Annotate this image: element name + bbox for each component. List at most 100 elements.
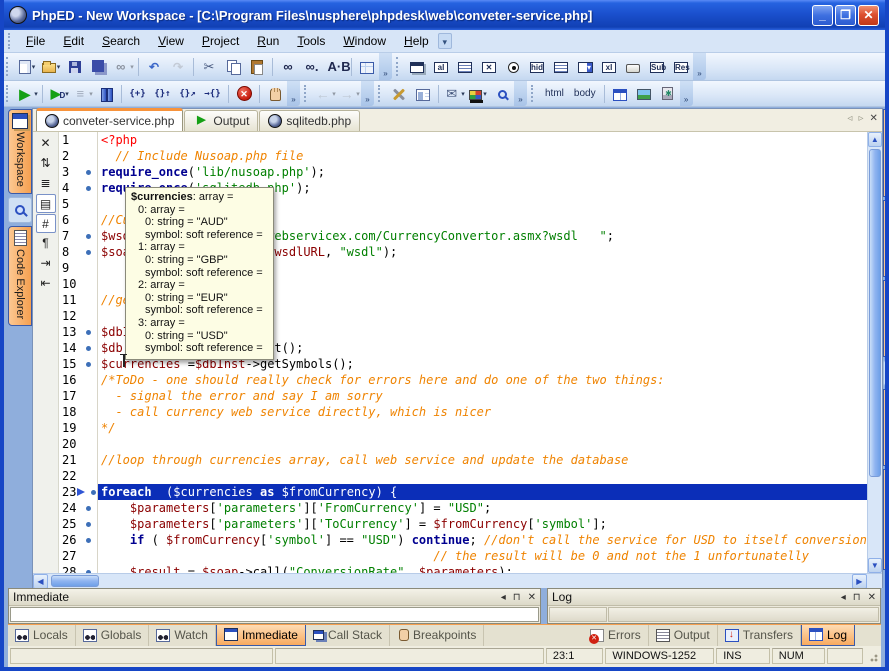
sidebar-tab-terminals[interactable]: Terminals xyxy=(883,389,889,466)
breakpoint-gutter[interactable] xyxy=(83,244,97,260)
code-line[interactable]: 27 // the result will be 0 and not the 1… xyxy=(59,548,867,564)
line-number[interactable]: 27 xyxy=(59,548,83,564)
log-pin-button[interactable]: ⊓ xyxy=(853,592,861,603)
insert-radio-button[interactable] xyxy=(501,56,525,78)
cut-button[interactable]: ✂ xyxy=(197,56,221,78)
vertical-scrollbar[interactable]: ▲ ▼ xyxy=(867,132,882,573)
menu-item-search[interactable]: Search xyxy=(93,31,149,51)
toolbar-overflow-button[interactable]: » xyxy=(514,81,527,106)
immediate-close-button[interactable]: ✕ xyxy=(528,592,536,603)
breakpoint-gutter[interactable] xyxy=(83,212,97,228)
code-line[interactable]: 22 xyxy=(59,468,867,484)
code-line[interactable]: 1<?php xyxy=(59,132,867,148)
breakpoint-gutter[interactable] xyxy=(83,436,97,452)
breakpoint-gutter[interactable] xyxy=(83,548,97,564)
bottom-tab-call-stack[interactable]: Call Stack xyxy=(306,625,390,646)
breakpoint-gutter[interactable] xyxy=(83,404,97,420)
breakpoint-gutter[interactable] xyxy=(83,564,97,573)
line-number[interactable]: 17 xyxy=(59,388,83,404)
word-wrap-button[interactable]: ≣ xyxy=(36,174,56,193)
breakpoint-gutter[interactable] xyxy=(83,292,97,308)
insert-reset-button[interactable]: Res xyxy=(669,56,693,78)
code-wizard-button[interactable] xyxy=(656,83,680,105)
insert-textfield-button[interactable]: xI xyxy=(597,56,621,78)
breakpoint-gutter[interactable] xyxy=(83,500,97,516)
log-close-button[interactable]: ✕ xyxy=(868,592,876,603)
log-prev-button[interactable]: ◂ xyxy=(841,592,846,603)
sidebar-tab-db-client[interactable]: DB Client xyxy=(883,200,889,276)
breakpoint-gutter[interactable] xyxy=(83,324,97,340)
sidebar-tab-workspace[interactable]: Workspace xyxy=(8,109,32,194)
find-next-button[interactable]: ∞. xyxy=(300,56,324,78)
menu-item-project[interactable]: Project xyxy=(193,31,248,51)
line-number[interactable]: 2 xyxy=(59,148,83,164)
breakpoint-gutter[interactable] xyxy=(83,372,97,388)
gutter-toggle-button[interactable]: ▤ xyxy=(36,194,56,213)
code-line[interactable]: 23foreach ($currencies as $fromCurrency)… xyxy=(59,484,867,500)
code-line[interactable]: 18 - call currency web service directly,… xyxy=(59,404,867,420)
scroll-left-button[interactable]: ◀ xyxy=(33,574,48,589)
line-number[interactable]: 7 xyxy=(59,228,83,244)
breakpoint-gutter[interactable] xyxy=(83,468,97,484)
navigate-forward-button[interactable]: →▾ xyxy=(337,83,361,105)
sync-view-button[interactable] xyxy=(490,83,514,105)
menu-item-view[interactable]: View xyxy=(149,31,193,51)
line-number[interactable]: 5 xyxy=(59,196,83,212)
line-number[interactable]: 8 xyxy=(59,244,83,260)
unindent-button[interactable]: ⇤ xyxy=(36,274,56,293)
code-line[interactable]: 24 $parameters['parameters']['FromCurren… xyxy=(59,500,867,516)
bottom-tab-errors[interactable]: Errors xyxy=(583,625,649,646)
toolbar-overflow-button[interactable]: » xyxy=(680,81,693,106)
insert-body-tag-button[interactable]: body xyxy=(569,83,601,105)
toolbar-overflow-button[interactable]: » xyxy=(379,53,392,80)
line-number[interactable]: 9 xyxy=(59,260,83,276)
breakpoint-gutter[interactable] xyxy=(83,484,97,500)
line-number[interactable]: 21 xyxy=(59,452,83,468)
bottom-tab-watch[interactable]: Watch xyxy=(149,625,216,646)
line-number[interactable]: 6 xyxy=(59,212,83,228)
line-number[interactable]: 11 xyxy=(59,292,83,308)
paste-button[interactable] xyxy=(245,56,269,78)
run-in-debugger-button[interactable]: ▶▾ xyxy=(46,83,70,105)
run-queue-button[interactable]: ≡▾ xyxy=(70,83,94,105)
find-button[interactable]: ∞ xyxy=(276,56,300,78)
breakpoint-gutter[interactable] xyxy=(83,228,97,244)
breakpoint-gutter[interactable] xyxy=(83,340,97,356)
insert-combo-button[interactable] xyxy=(573,56,597,78)
project-properties-button[interactable] xyxy=(411,83,435,105)
settings-button[interactable] xyxy=(387,83,411,105)
bottom-tab-transfers[interactable]: Transfers xyxy=(718,625,801,646)
colors-button[interactable]: ▾ xyxy=(466,83,490,105)
line-number[interactable]: 10 xyxy=(59,276,83,292)
code-line[interactable]: 26 if ( $fromCurrency['symbol'] == "USD"… xyxy=(59,532,867,548)
save-all-button[interactable] xyxy=(87,56,111,78)
vertical-scroll-thumb[interactable] xyxy=(869,149,881,477)
code-line[interactable]: 21//loop through currencies array, call … xyxy=(59,452,867,468)
breakpoint-gutter[interactable] xyxy=(83,452,97,468)
line-numbers-button[interactable]: # xyxy=(36,214,56,233)
bottom-tab-immediate[interactable]: Immediate xyxy=(216,625,306,646)
minimize-button[interactable]: _ xyxy=(812,5,833,26)
insert-image-button[interactable] xyxy=(632,83,656,105)
title-bar[interactable]: PhpED - New Workspace - [C:\Program File… xyxy=(4,0,885,30)
run-to-cursor-button[interactable]: →{} xyxy=(200,83,225,105)
tab-close-button[interactable]: ✕ xyxy=(869,113,877,124)
line-number[interactable]: 28 xyxy=(59,564,83,573)
insert-select-button[interactable] xyxy=(549,56,573,78)
breakpoint-gutter[interactable] xyxy=(83,516,97,532)
line-number[interactable]: 24 xyxy=(59,500,83,516)
step-over-button[interactable]: {}↑ xyxy=(150,83,175,105)
copy-button[interactable] xyxy=(221,56,245,78)
insert-form-button[interactable] xyxy=(405,56,429,78)
maximize-button[interactable]: ❐ xyxy=(835,5,856,26)
immediate-pin-button[interactable]: ⊓ xyxy=(513,592,521,603)
scroll-right-button[interactable]: ▶ xyxy=(852,574,867,589)
help-button[interactable]: ? xyxy=(883,360,889,386)
sidebar-tab-code-explorer[interactable]: Code Explorer xyxy=(8,226,32,326)
immediate-prev-button[interactable]: ◂ xyxy=(501,592,506,603)
bottom-tab-locals[interactable]: Locals xyxy=(8,625,76,646)
line-number[interactable]: 19 xyxy=(59,420,83,436)
show-paragraphs-button[interactable]: ¶ xyxy=(36,234,56,253)
line-number[interactable]: 15 xyxy=(59,356,83,372)
redo-button[interactable]: ↷ xyxy=(166,56,190,78)
